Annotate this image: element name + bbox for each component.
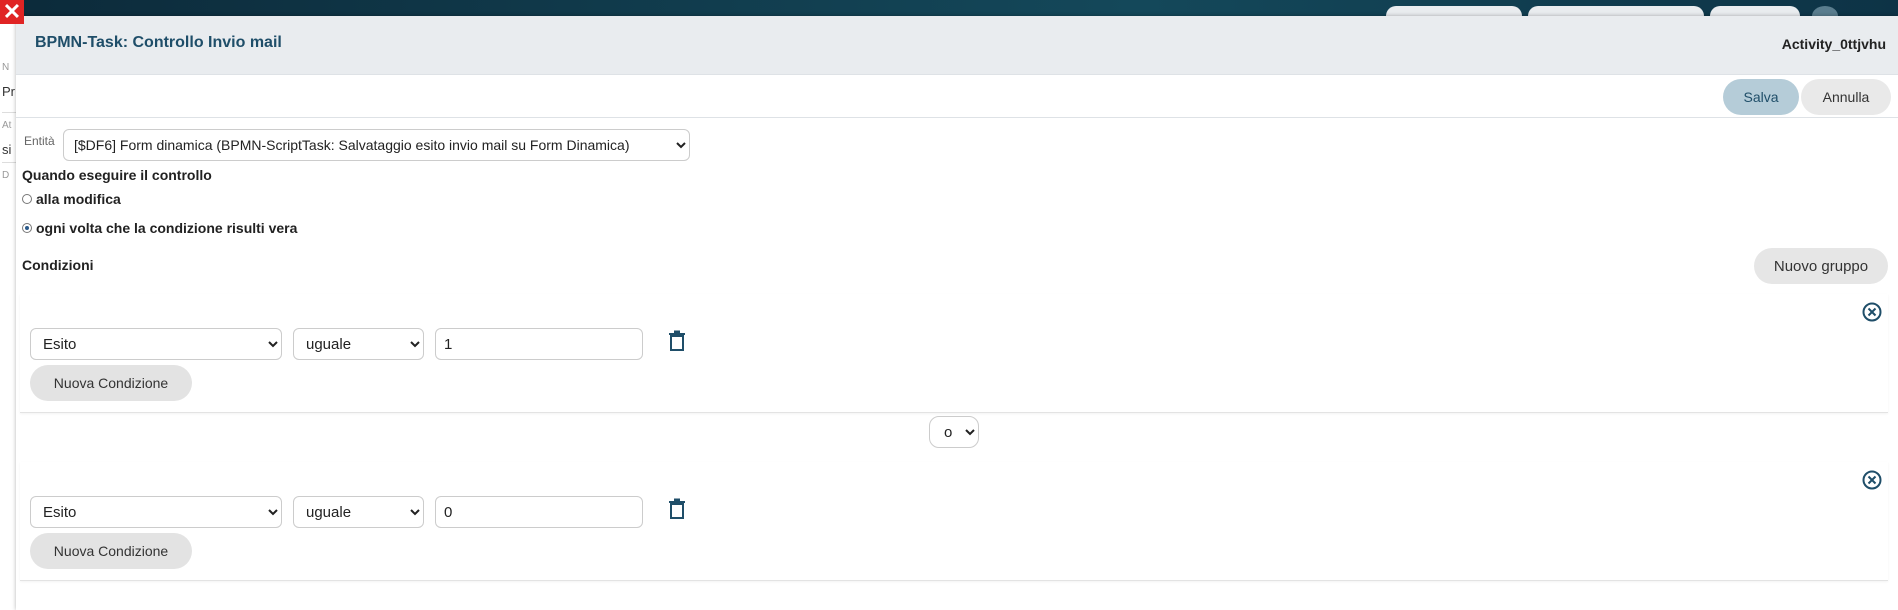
background-text: N xyxy=(2,62,10,73)
close-icon[interactable]: ✕ xyxy=(0,0,24,24)
radio-label: ogni volta che la condizione risulti ver… xyxy=(36,220,298,236)
trash-icon[interactable] xyxy=(668,330,686,352)
radio-on-change[interactable]: alla modifica xyxy=(22,191,121,207)
condition-group: Esito uguale Nuova Condizione xyxy=(20,294,1888,413)
field-select[interactable]: Esito xyxy=(30,496,282,528)
new-group-button[interactable]: Nuovo gruppo xyxy=(1754,248,1888,284)
modal-header: BPMN-Task: Controllo Invio mail Activity… xyxy=(16,16,1898,75)
app-topbar xyxy=(0,0,1898,26)
when-label: Quando eseguire il controllo xyxy=(22,167,212,183)
entity-label: Entità xyxy=(24,134,55,148)
field-select[interactable]: Esito xyxy=(30,328,282,360)
radio-label: alla modifica xyxy=(36,191,121,207)
modal-toolbar: Salva Annulla xyxy=(16,75,1898,118)
conditions-label: Condizioni xyxy=(22,257,94,273)
background-text: D xyxy=(2,170,10,181)
activity-id: Activity_0ttjvhu xyxy=(1781,36,1886,52)
background-text: At xyxy=(2,120,12,131)
background-text: Pr xyxy=(2,84,15,99)
new-condition-button[interactable]: Nuova Condizione xyxy=(30,533,192,569)
remove-group-icon[interactable] xyxy=(1862,470,1882,490)
operator-select[interactable]: uguale xyxy=(293,328,424,360)
value-input[interactable] xyxy=(435,496,643,528)
background-text: si xyxy=(2,142,12,157)
remove-group-icon[interactable] xyxy=(1862,302,1882,322)
operator-select[interactable]: uguale xyxy=(293,496,424,528)
radio-button[interactable] xyxy=(22,194,32,204)
group-connector-select[interactable]: o xyxy=(929,416,979,448)
entity-select[interactable]: [$DF6] Form dinamica (BPMN-ScriptTask: S… xyxy=(63,129,690,161)
background-panel: N Pr At si D xyxy=(0,16,16,610)
new-condition-button[interactable]: Nuova Condizione xyxy=(30,365,192,401)
condition-group: Esito uguale Nuova Condizione xyxy=(20,462,1888,581)
modal-title: BPMN-Task: Controllo Invio mail xyxy=(35,34,282,51)
radio-always-true[interactable]: ogni volta che la condizione risulti ver… xyxy=(22,220,297,236)
value-input[interactable] xyxy=(435,328,643,360)
radio-button-checked[interactable] xyxy=(22,223,32,233)
cancel-button[interactable]: Annulla xyxy=(1801,79,1891,115)
trash-icon[interactable] xyxy=(668,498,686,520)
divider xyxy=(2,162,16,163)
divider xyxy=(2,112,16,113)
save-button[interactable]: Salva xyxy=(1723,79,1799,115)
